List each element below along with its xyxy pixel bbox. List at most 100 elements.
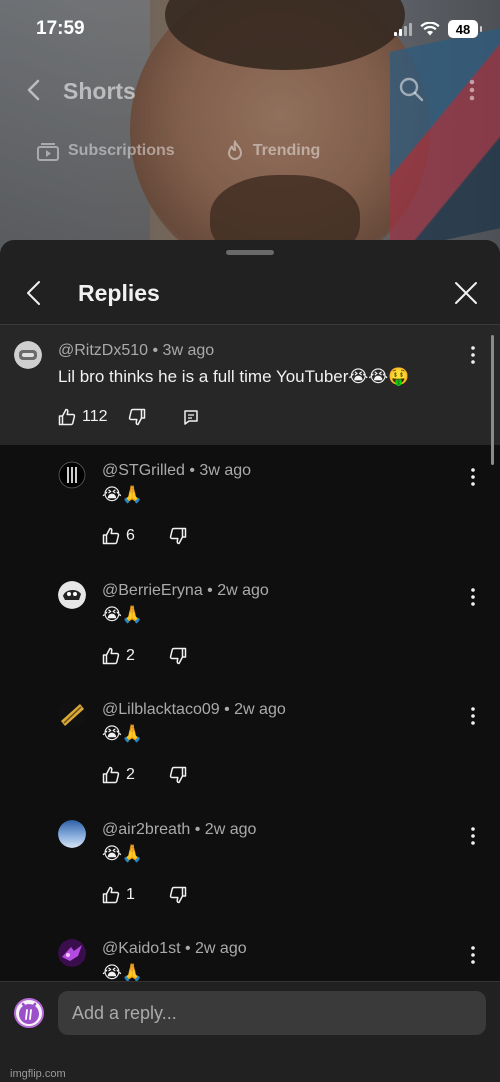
comment-text: 😭🙏 xyxy=(102,604,144,624)
avatar[interactable] xyxy=(14,998,44,1028)
comment-author[interactable]: @air2breath xyxy=(102,821,190,838)
comment-meta: @air2breath • 2w ago xyxy=(102,820,257,838)
more-vertical-icon[interactable] xyxy=(468,78,476,102)
more-vertical-icon[interactable] xyxy=(470,467,476,487)
reply-item: @air2breath • 2w ago 😭🙏 1 xyxy=(0,804,500,924)
like-button[interactable]: 6 xyxy=(102,527,135,545)
comment-age: 2w ago xyxy=(195,940,247,957)
thumbs-up-icon xyxy=(102,886,120,903)
comment-author[interactable]: @RitzDx510 xyxy=(58,342,148,359)
reply-composer xyxy=(0,981,500,1082)
comment-meta: @Kaido1st • 2w ago xyxy=(102,940,247,957)
like-button[interactable]: 112 xyxy=(58,408,108,426)
reply-item: @STGrilled • 3w ago 😭🙏 6 xyxy=(0,445,500,565)
comment-age: 2w ago xyxy=(217,581,269,599)
chip-subscriptions[interactable]: Subscriptions xyxy=(36,140,175,162)
comment-text: 😭🙏 xyxy=(102,963,144,981)
comment-text: 😭🙏 xyxy=(102,724,144,743)
reply-item: @Lilblacktaco09 • 2w ago 😭🙏 2 xyxy=(0,684,500,804)
dislike-button[interactable] xyxy=(128,408,146,426)
reply-item: @BerrieEryna • 2w ago 😭🙏 2 xyxy=(0,565,500,685)
battery-indicator: 48 xyxy=(448,20,482,38)
drag-handle[interactable] xyxy=(226,250,274,255)
like-count: 112 xyxy=(82,408,108,425)
more-vertical-icon[interactable] xyxy=(470,587,476,607)
comment-author[interactable]: @STGrilled xyxy=(102,462,185,479)
dislike-button[interactable] xyxy=(169,766,187,784)
close-icon[interactable] xyxy=(454,281,478,305)
shorts-title: Shorts xyxy=(63,78,136,104)
comment-age: 2w ago xyxy=(204,820,257,838)
comment-actions: 2 xyxy=(102,647,187,665)
replies-sheet: Replies @RitzDx510 • 3w ago Lil bro thin… xyxy=(0,240,500,1082)
sheet-header: Replies xyxy=(0,268,500,324)
avatar[interactable] xyxy=(58,461,86,489)
comment-actions: 112 xyxy=(58,408,200,426)
comment-actions: 2 xyxy=(102,766,187,784)
like-button[interactable]: 2 xyxy=(102,647,135,665)
shorts-header: Shorts xyxy=(0,70,500,114)
comment-actions: 6 xyxy=(102,527,187,545)
status-icons: 48 xyxy=(394,20,482,38)
flame-icon xyxy=(227,140,242,160)
back-arrow-icon[interactable] xyxy=(22,78,46,102)
more-vertical-icon[interactable] xyxy=(470,945,476,965)
comment-text: 😭🙏 xyxy=(102,843,144,863)
parent-comment: @RitzDx510 • 3w ago Lil bro thinks he is… xyxy=(0,325,500,445)
scrollbar[interactable] xyxy=(491,335,494,465)
avatar[interactable] xyxy=(14,341,42,369)
like-count: 2 xyxy=(126,646,135,664)
reply-button[interactable] xyxy=(182,408,200,426)
avatar[interactable] xyxy=(58,939,86,967)
comment-text: Lil bro thinks he is a full time YouTube… xyxy=(58,367,410,386)
comment-meta: @Lilblacktaco09 • 2w ago xyxy=(102,701,286,718)
like-count: 6 xyxy=(126,527,135,544)
avatar[interactable] xyxy=(58,819,86,848)
more-vertical-icon[interactable] xyxy=(470,345,476,365)
thumbs-down-icon xyxy=(169,766,187,784)
cellular-signal-icon xyxy=(394,22,412,36)
comment-actions: 1 xyxy=(102,886,187,904)
like-count: 2 xyxy=(126,766,135,783)
comment-age: 2w ago xyxy=(234,701,286,718)
thumbs-down-icon xyxy=(169,886,187,903)
replies-list[interactable]: @RitzDx510 • 3w ago Lil bro thinks he is… xyxy=(0,325,500,981)
watermark: imgflip.com xyxy=(10,1068,66,1080)
thumbs-down-icon xyxy=(169,527,187,545)
avatar[interactable] xyxy=(58,700,86,728)
more-vertical-icon[interactable] xyxy=(470,826,476,846)
thumbs-up-icon xyxy=(102,647,120,664)
avatar[interactable] xyxy=(58,580,86,609)
back-chevron-icon[interactable] xyxy=(24,280,44,306)
dislike-button[interactable] xyxy=(169,527,187,545)
status-time: 17:59 xyxy=(36,18,85,39)
more-vertical-icon[interactable] xyxy=(470,706,476,726)
wifi-icon xyxy=(420,22,440,36)
chip-label: Subscriptions xyxy=(68,142,175,159)
subscriptions-icon xyxy=(37,143,59,161)
comment-author[interactable]: @BerrieEryna xyxy=(102,582,203,599)
chip-trending[interactable]: Trending xyxy=(225,140,321,162)
comment-age: 3w ago xyxy=(162,342,215,359)
comment-meta: @BerrieEryna • 2w ago xyxy=(102,581,269,599)
feed-chips: Subscriptions Trending xyxy=(36,140,320,162)
chip-label: Trending xyxy=(252,142,321,159)
thumbs-up-icon xyxy=(58,408,76,426)
dislike-button[interactable] xyxy=(169,647,187,665)
like-button[interactable]: 1 xyxy=(102,886,135,904)
like-button[interactable]: 2 xyxy=(102,766,135,784)
thumbs-up-icon xyxy=(102,766,120,784)
comment-author[interactable]: @Lilblacktaco09 xyxy=(102,701,220,718)
comment-text: 😭🙏 xyxy=(102,485,144,504)
search-icon[interactable] xyxy=(398,76,424,102)
comment-icon xyxy=(183,410,198,425)
dislike-button[interactable] xyxy=(169,886,187,904)
thumbs-down-icon xyxy=(169,647,187,664)
comment-meta: @STGrilled • 3w ago xyxy=(102,462,252,479)
reply-item: @Kaido1st • 2w ago 😭🙏 xyxy=(0,923,500,981)
reply-input[interactable] xyxy=(58,991,486,1035)
comment-author[interactable]: @Kaido1st xyxy=(102,940,181,957)
status-bar: 17:59 48 xyxy=(0,0,500,60)
thumbs-up-icon xyxy=(102,527,120,545)
like-count: 1 xyxy=(126,885,135,903)
